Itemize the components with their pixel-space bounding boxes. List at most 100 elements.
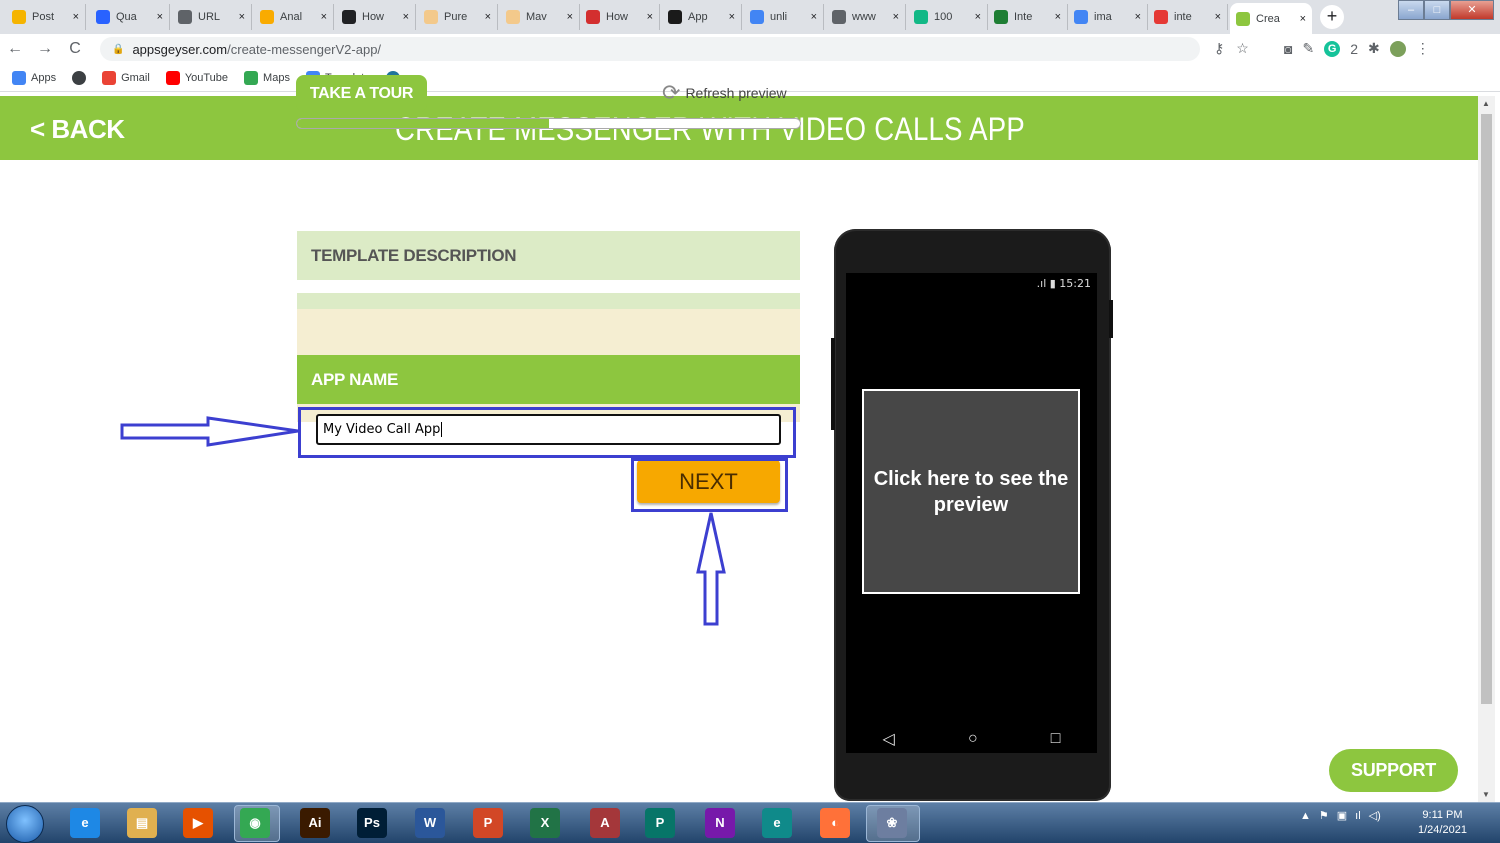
bookmark-item[interactable]: Maps bbox=[244, 70, 290, 85]
taskbar-app-icon[interactable]: e bbox=[762, 808, 792, 838]
taskbar-clock[interactable]: 9:11 PM 1/24/2021 bbox=[1418, 808, 1467, 838]
tab-close-icon[interactable]: × bbox=[729, 11, 735, 23]
tab-close-icon[interactable]: × bbox=[73, 11, 79, 23]
tray-icon[interactable]: ▲ bbox=[1300, 810, 1311, 822]
tab-label: ima bbox=[1094, 11, 1112, 23]
scrollbar-thumb[interactable] bbox=[1481, 114, 1492, 704]
browser-tab[interactable]: How × bbox=[336, 4, 416, 30]
bookmark-icon bbox=[165, 70, 180, 85]
bookmark-label: Gmail bbox=[121, 71, 150, 84]
page-scrollbar[interactable]: ▲ ▼ bbox=[1478, 96, 1495, 802]
tab-close-icon[interactable]: × bbox=[811, 11, 817, 23]
menu-icon[interactable]: ⋮ bbox=[1416, 40, 1430, 57]
start-button[interactable] bbox=[6, 805, 44, 843]
tab-favicon-icon bbox=[1236, 11, 1250, 26]
tab-close-icon[interactable]: × bbox=[485, 11, 491, 23]
scroll-down-icon[interactable]: ▼ bbox=[1482, 790, 1490, 799]
browser-tab[interactable]: unli × bbox=[744, 4, 824, 30]
browser-tab[interactable]: Mav × bbox=[500, 4, 580, 30]
address-bar[interactable]: 🔒 appsgeyser.com/create-messengerV2-app/ bbox=[100, 37, 1200, 61]
grammarly-icon[interactable]: G bbox=[1324, 40, 1341, 57]
tray-icon[interactable]: ◁) bbox=[1369, 809, 1381, 822]
tab-close-icon[interactable]: × bbox=[567, 11, 573, 23]
taskbar-app-icon[interactable]: W bbox=[415, 808, 445, 838]
minimize-button[interactable]: – bbox=[1398, 0, 1424, 20]
tab-close-icon[interactable]: × bbox=[647, 11, 653, 23]
taskbar-app-icon[interactable]: X bbox=[530, 808, 560, 838]
browser-tab[interactable]: Inte × bbox=[988, 4, 1068, 30]
tab-close-icon[interactable]: × bbox=[893, 11, 899, 23]
tab-close-icon[interactable]: × bbox=[1055, 11, 1061, 23]
scroll-up-icon[interactable]: ▲ bbox=[1482, 99, 1490, 108]
bookmark-star-icon[interactable]: ☆ bbox=[1236, 40, 1249, 57]
browser-tab[interactable]: inte × bbox=[1148, 4, 1228, 30]
browser-tab[interactable]: Qua × bbox=[90, 4, 170, 30]
tab-close-icon[interactable]: × bbox=[1215, 11, 1221, 23]
back-arrow-icon[interactable]: ← bbox=[0, 40, 30, 58]
camera-icon[interactable]: ◙ bbox=[1284, 41, 1292, 57]
taskbar-app-icon[interactable]: P bbox=[645, 808, 675, 838]
browser-tab[interactable]: Post × bbox=[6, 4, 86, 30]
tab-favicon-icon bbox=[260, 10, 274, 24]
browser-tab[interactable]: Anal × bbox=[254, 4, 334, 30]
refresh-preview-link[interactable]: ⟳ Refresh preview bbox=[662, 80, 787, 106]
tray-icon[interactable]: ⚑ bbox=[1319, 809, 1329, 822]
bookmark-item[interactable]: Apps bbox=[12, 70, 56, 85]
tab-favicon-icon bbox=[178, 10, 192, 24]
tab-close-icon[interactable]: × bbox=[1135, 11, 1141, 23]
browser-tab[interactable]: App × bbox=[662, 4, 742, 30]
tray-icon[interactable]: ▣ bbox=[1337, 809, 1347, 822]
maximize-button[interactable]: □ bbox=[1424, 0, 1450, 20]
input-highlight-box bbox=[298, 407, 796, 458]
tab-close-icon[interactable]: × bbox=[321, 11, 327, 23]
profile-avatar[interactable] bbox=[1389, 40, 1406, 57]
section-template-description[interactable]: TEMPLATE DESCRIPTION bbox=[297, 231, 800, 280]
forward-arrow-icon[interactable]: → bbox=[30, 40, 60, 58]
tab-label: App bbox=[688, 11, 708, 23]
support-button[interactable]: SUPPORT bbox=[1329, 749, 1458, 792]
lock-icon: 🔒 bbox=[112, 43, 125, 55]
browser-tab[interactable]: Crea × bbox=[1230, 3, 1312, 34]
taskbar-app-icon[interactable]: N bbox=[705, 808, 735, 838]
tab-close-icon[interactable]: × bbox=[239, 11, 245, 23]
taskbar-app-icon[interactable]: Ai bbox=[300, 808, 330, 838]
bookmark-item[interactable] bbox=[72, 70, 87, 85]
tab-close-icon[interactable]: × bbox=[1300, 13, 1306, 25]
tab-close-icon[interactable]: × bbox=[403, 11, 409, 23]
close-window-button[interactable]: ✕ bbox=[1450, 0, 1494, 20]
pen-icon[interactable]: ✎ bbox=[1302, 40, 1314, 57]
browser-tab[interactable]: ima × bbox=[1068, 4, 1148, 30]
browser-toolbar: ← → C 🔒 appsgeyser.com/create-messengerV… bbox=[0, 34, 1500, 64]
tab-close-icon[interactable]: × bbox=[975, 11, 981, 23]
browser-tab[interactable]: How × bbox=[580, 4, 660, 30]
section-app-name[interactable]: APP NAME bbox=[297, 355, 800, 404]
clock-date: 1/24/2021 bbox=[1418, 824, 1467, 836]
tab-close-icon[interactable]: × bbox=[157, 11, 163, 23]
browser-tab[interactable]: Pure × bbox=[418, 4, 498, 30]
bookmark-item[interactable]: Gmail bbox=[102, 70, 150, 85]
taskbar-app-icon[interactable]: P bbox=[473, 808, 503, 838]
taskbar-app-icon[interactable]: ◉ bbox=[240, 808, 270, 838]
tab-favicon-icon bbox=[668, 10, 682, 24]
key-icon[interactable]: ⚷ bbox=[1214, 40, 1224, 57]
browser-tab[interactable]: 100 × bbox=[908, 4, 988, 30]
taskbar-app-icon[interactable]: A bbox=[590, 808, 620, 838]
taskbar-app-icon[interactable]: ▶ bbox=[183, 808, 213, 838]
preview-button[interactable]: Click here to see the preview bbox=[862, 389, 1080, 594]
extension-badge-icon[interactable]: 2 bbox=[1350, 41, 1358, 57]
bookmark-item[interactable]: YouTube bbox=[165, 70, 228, 85]
tray-icon[interactable]: ıl bbox=[1355, 810, 1361, 822]
taskbar-app-icon[interactable]: Ps bbox=[357, 808, 387, 838]
reload-icon[interactable]: C bbox=[60, 40, 90, 58]
clock-time: 9:11 PM bbox=[1422, 809, 1463, 821]
puzzle-icon[interactable]: ✱ bbox=[1368, 40, 1380, 57]
system-tray: ▲ ⚑ ▣ ıl ◁) bbox=[1300, 809, 1381, 823]
taskbar-app-icon[interactable]: e bbox=[70, 808, 100, 838]
browser-tab[interactable]: URL × bbox=[172, 4, 252, 30]
take-a-tour-button[interactable]: TAKE A TOUR bbox=[296, 75, 427, 112]
new-tab-button[interactable]: + bbox=[1320, 5, 1344, 29]
taskbar-app-icon[interactable]: ❀ bbox=[877, 808, 907, 838]
taskbar-app-icon[interactable]: ▤ bbox=[127, 808, 157, 838]
browser-tab[interactable]: www × bbox=[826, 4, 906, 30]
taskbar-app-icon[interactable]: ◐ bbox=[820, 808, 850, 838]
